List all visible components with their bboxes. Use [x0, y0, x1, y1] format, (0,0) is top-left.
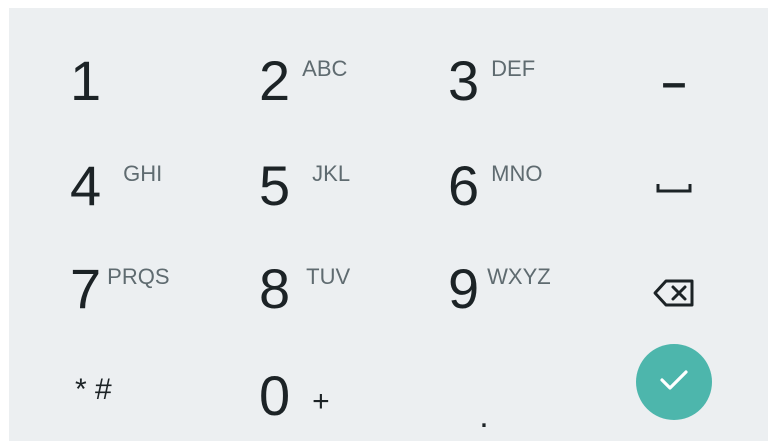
key-digit: 1	[70, 49, 102, 112]
key-digit: 0	[259, 364, 291, 427]
space-icon	[656, 182, 692, 194]
star-hash-label: * #	[75, 373, 112, 406]
key-digit: 8	[259, 257, 291, 320]
key-letters: +	[312, 385, 330, 418]
backspace-icon	[652, 278, 696, 308]
key-7[interactable]: 7 PRQS	[70, 241, 170, 337]
key-2[interactable]: 2 ABC	[259, 33, 347, 129]
space-key[interactable]	[644, 168, 704, 208]
key-letters: MNO	[491, 161, 543, 186]
key-digit: 2	[259, 49, 291, 112]
minus-key[interactable]: –	[639, 58, 709, 108]
star-hash-key[interactable]: * #	[75, 368, 135, 412]
check-icon	[658, 368, 690, 397]
key-digit: 3	[448, 49, 480, 112]
key-0[interactable]: 0 +	[259, 348, 330, 444]
minus-label: –	[661, 58, 687, 107]
key-digit: 5	[259, 154, 291, 217]
key-9[interactable]: 9 WXYZ	[448, 241, 551, 337]
key-digit: 7	[70, 257, 102, 320]
key-letters: ABC	[302, 56, 348, 81]
key-letters: TUV	[306, 264, 351, 289]
done-button[interactable]	[636, 344, 712, 420]
key-digit: 4	[70, 154, 102, 217]
key-digit: 9	[448, 257, 480, 320]
key-3[interactable]: 3 DEF	[448, 33, 535, 129]
numeric-keypad: 1 2 ABC 3 DEF – 4 GHI 5 JKL 6 MNO 7 PRQS…	[9, 8, 768, 441]
period-label: .	[479, 396, 489, 435]
key-6[interactable]: 6 MNO	[448, 138, 542, 234]
key-letters: PRQS	[107, 264, 170, 289]
backspace-key[interactable]	[644, 273, 704, 313]
key-5[interactable]: 5 JKL	[259, 138, 350, 234]
period-key[interactable]: .	[464, 396, 504, 436]
key-letters: WXYZ	[487, 264, 551, 289]
key-1[interactable]: 1	[70, 33, 101, 129]
key-4[interactable]: 4 GHI	[70, 138, 162, 234]
key-letters: JKL	[312, 161, 351, 186]
key-8[interactable]: 8 TUV	[259, 241, 350, 337]
key-letters: DEF	[491, 56, 536, 81]
key-digit: 6	[448, 154, 480, 217]
key-letters: GHI	[123, 161, 163, 186]
